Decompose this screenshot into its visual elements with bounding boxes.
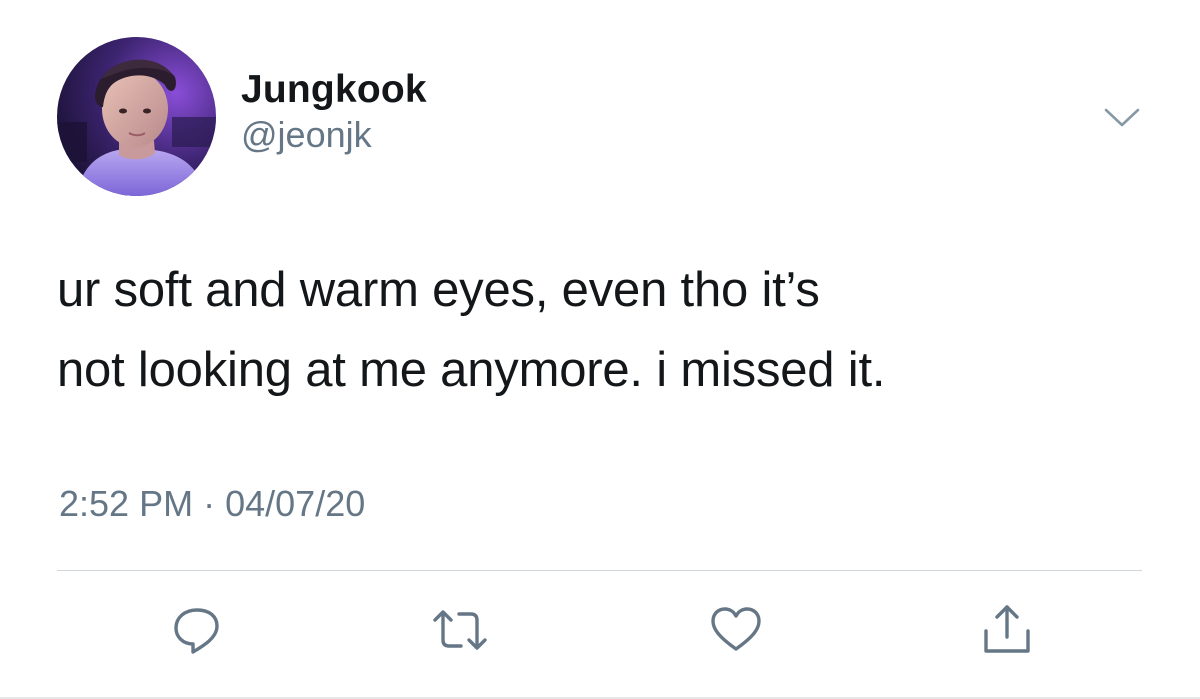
- share-icon: [984, 605, 1030, 653]
- reply-icon: [174, 608, 219, 654]
- share-button[interactable]: [975, 598, 1039, 662]
- tweet-date: 04/07/20: [225, 483, 366, 524]
- tweet-timestamp[interactable]: 2:52 PM · 04/07/20: [59, 482, 365, 526]
- display-name[interactable]: Jungkook: [241, 68, 427, 112]
- tweet-time: 2:52 PM: [59, 483, 194, 524]
- author-info: Jungkook @jeonjk: [241, 68, 427, 156]
- reply-button[interactable]: [165, 598, 229, 662]
- avatar-image: [57, 37, 216, 196]
- like-button[interactable]: [704, 598, 768, 662]
- tweet-text-line: ur soft and warm eyes, even tho it’s: [57, 263, 820, 317]
- tweet-text-line: not looking at me anymore. i missed it.: [57, 343, 886, 397]
- tweet-text: ur soft and warm eyes, even tho it’s not…: [57, 250, 1157, 410]
- meta-separator: ·: [203, 483, 216, 524]
- divider: [57, 570, 1142, 571]
- user-handle[interactable]: @jeonjk: [241, 114, 427, 156]
- retweet-button[interactable]: [428, 598, 492, 662]
- tweet-card: Jungkook @jeonjk ur soft and warm eyes, …: [0, 0, 1200, 699]
- heart-icon: [711, 607, 761, 651]
- retweet-icon: [433, 610, 487, 650]
- action-bar: [0, 598, 1200, 668]
- chevron-down-icon[interactable]: [1102, 104, 1142, 130]
- avatar[interactable]: [57, 37, 216, 196]
